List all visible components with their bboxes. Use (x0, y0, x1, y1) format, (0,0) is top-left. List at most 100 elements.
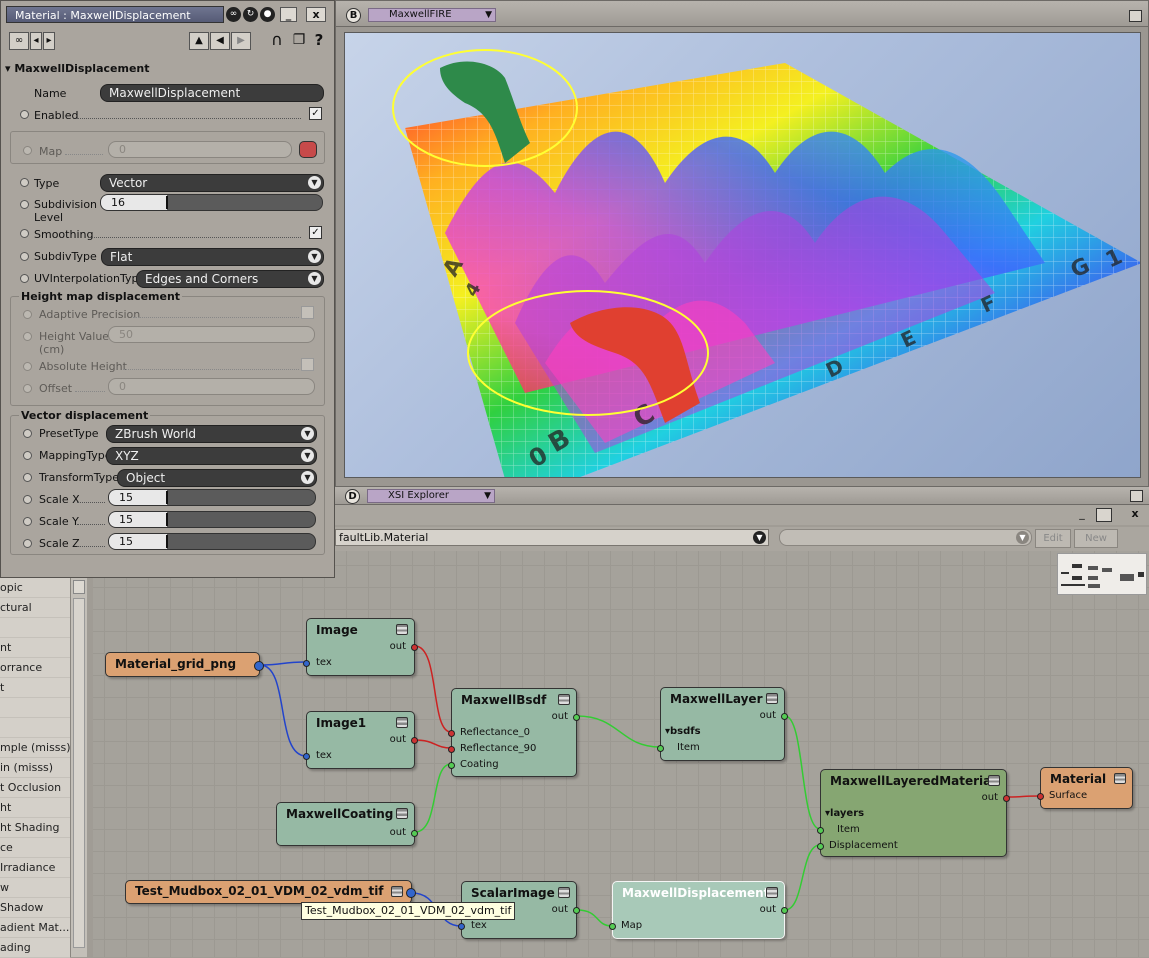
edit-button[interactable]: Edit (1035, 529, 1071, 548)
slider-handle[interactable] (166, 513, 168, 526)
input-port[interactable] (303, 753, 310, 760)
explorer-select[interactable]: XSI Explorer ▼ (367, 489, 495, 503)
close-button[interactable]: x (306, 7, 326, 22)
animation-dot-icon[interactable] (23, 384, 32, 393)
animation-dot-icon[interactable] (23, 332, 32, 341)
tree-overview-map[interactable] (1057, 553, 1147, 595)
output-port[interactable] (406, 888, 416, 898)
list-item[interactable]: t Occlusion (0, 778, 70, 798)
list-item[interactable]: ht Shading (0, 818, 70, 838)
node-maxwell-bsdf[interactable]: MaxwellBsdf out Reflectance_0 Reflectanc… (448, 688, 580, 777)
transformtype-select[interactable]: Object ▼ (117, 469, 317, 487)
input-port[interactable] (448, 762, 455, 769)
node-material-grid-png[interactable]: Material_grid_png (105, 652, 264, 677)
scalex-slider[interactable]: 15 (108, 489, 316, 506)
output-port[interactable] (573, 907, 580, 914)
secondary-path-select[interactable]: ▼ (779, 529, 1032, 546)
close-button[interactable]: x (1127, 508, 1143, 522)
input-port[interactable] (303, 660, 310, 667)
animation-dot-icon[interactable] (23, 473, 32, 482)
collapse-icon[interactable] (396, 717, 408, 728)
output-port[interactable] (781, 713, 788, 720)
maximize-icon[interactable] (1096, 508, 1112, 522)
lock-icon[interactable]: ● (260, 7, 275, 22)
input-port[interactable] (448, 730, 455, 737)
animation-dot-icon[interactable] (20, 252, 29, 261)
animation-dot-icon[interactable] (23, 429, 32, 438)
magnet-icon[interactable]: ∩ (268, 32, 286, 50)
subdivision-slider[interactable]: 16 (100, 194, 323, 211)
animation-dot-icon[interactable] (20, 200, 29, 209)
refresh-icon[interactable]: ↻ (243, 7, 258, 22)
presettype-select[interactable]: ZBrush World ▼ (106, 425, 317, 443)
list-item[interactable]: Irradiance (0, 858, 70, 878)
list-item[interactable]: adient Mat... (0, 918, 70, 938)
forward-arrow-icon[interactable]: ▸ (43, 32, 55, 50)
list-item[interactable]: ht (0, 798, 70, 818)
adaptive-precision-checkbox[interactable] (301, 306, 314, 319)
animation-dot-icon[interactable] (23, 362, 32, 371)
node-maxwell-layered-material[interactable]: MaxwellLayeredMaterial out ▾layers Item … (817, 769, 1010, 857)
output-port[interactable] (573, 714, 580, 721)
animation-dot-icon[interactable] (20, 178, 29, 187)
minimize-button[interactable]: _ (1074, 508, 1090, 522)
type-select[interactable]: Vector ▼ (100, 174, 324, 192)
connect-icon[interactable]: ∞ (9, 32, 29, 50)
list-item[interactable]: opic (0, 578, 70, 598)
next-icon[interactable]: ▶ (231, 32, 251, 50)
renderer-select[interactable]: MaxwellFIRE ▼ (368, 8, 496, 22)
animation-dot-icon[interactable] (23, 310, 32, 319)
output-port[interactable] (781, 907, 788, 914)
node-image1[interactable]: Image1 out tex (303, 711, 418, 769)
back-arrow-icon[interactable]: ◂ (30, 32, 42, 50)
port-group-label[interactable]: ▾layers (825, 808, 864, 819)
up-icon[interactable]: ▲ (189, 32, 209, 50)
list-item[interactable]: Shadow (0, 898, 70, 918)
uvinterp-select[interactable]: Edges and Corners ▼ (136, 270, 324, 288)
collapse-icon[interactable] (396, 624, 408, 635)
output-port[interactable] (411, 737, 418, 744)
animation-dot-icon[interactable] (20, 110, 29, 119)
port-group-label[interactable]: ▾bsdfs (665, 726, 701, 737)
slider-handle[interactable] (166, 535, 168, 548)
help-icon[interactable]: ? (310, 32, 328, 50)
animation-dot-icon[interactable] (23, 495, 32, 504)
animation-dot-icon[interactable] (23, 146, 32, 155)
node-maxwell-displacement[interactable]: MaxwellDisplacement out Map (609, 881, 788, 939)
list-item[interactable]: w (0, 878, 70, 898)
map-connect-icon[interactable] (299, 141, 317, 158)
collapse-icon[interactable] (766, 887, 778, 898)
input-port[interactable] (458, 923, 465, 930)
collapse-icon[interactable] (988, 775, 1000, 786)
scroll-up-arrow[interactable] (73, 580, 85, 594)
collapse-icon[interactable] (391, 886, 403, 897)
list-item[interactable]: ce (0, 838, 70, 858)
list-item[interactable] (0, 618, 70, 638)
node-test-mudbox[interactable]: Test_Mudbox_02_01_VDM_02_vdm_tif (125, 880, 416, 904)
scroll-thumb[interactable] (73, 598, 85, 948)
input-port[interactable] (609, 923, 616, 930)
section-header[interactable]: ▾ MaxwellDisplacement (5, 62, 330, 75)
list-item[interactable]: orrance (0, 658, 70, 678)
list-item[interactable]: ading (0, 938, 70, 958)
input-port[interactable] (1037, 793, 1044, 800)
input-port[interactable] (657, 745, 664, 752)
mappingtype-select[interactable]: XYZ ▼ (106, 447, 317, 465)
animation-dot-icon[interactable] (23, 517, 32, 526)
list-item[interactable]: mple (misss) (0, 738, 70, 758)
animation-dot-icon[interactable] (23, 451, 32, 460)
offset-slider[interactable]: 0 (108, 378, 315, 395)
node-maxwell-coating[interactable]: MaxwellCoating out (276, 802, 418, 846)
scalez-slider[interactable]: 15 (108, 533, 316, 550)
list-scrollbar[interactable] (70, 578, 87, 957)
explorer-letter-badge[interactable]: D (345, 489, 360, 504)
absolute-height-checkbox[interactable] (301, 358, 314, 371)
slider-handle[interactable] (166, 491, 168, 504)
animation-dot-icon[interactable] (20, 274, 29, 283)
map-slider[interactable]: 0 (108, 141, 292, 158)
maximize-icon[interactable] (1130, 490, 1143, 502)
list-item[interactable]: nt (0, 638, 70, 658)
output-port[interactable] (1003, 795, 1010, 802)
list-item[interactable]: t (0, 678, 70, 698)
node-material[interactable]: Material Surface (1037, 767, 1133, 809)
